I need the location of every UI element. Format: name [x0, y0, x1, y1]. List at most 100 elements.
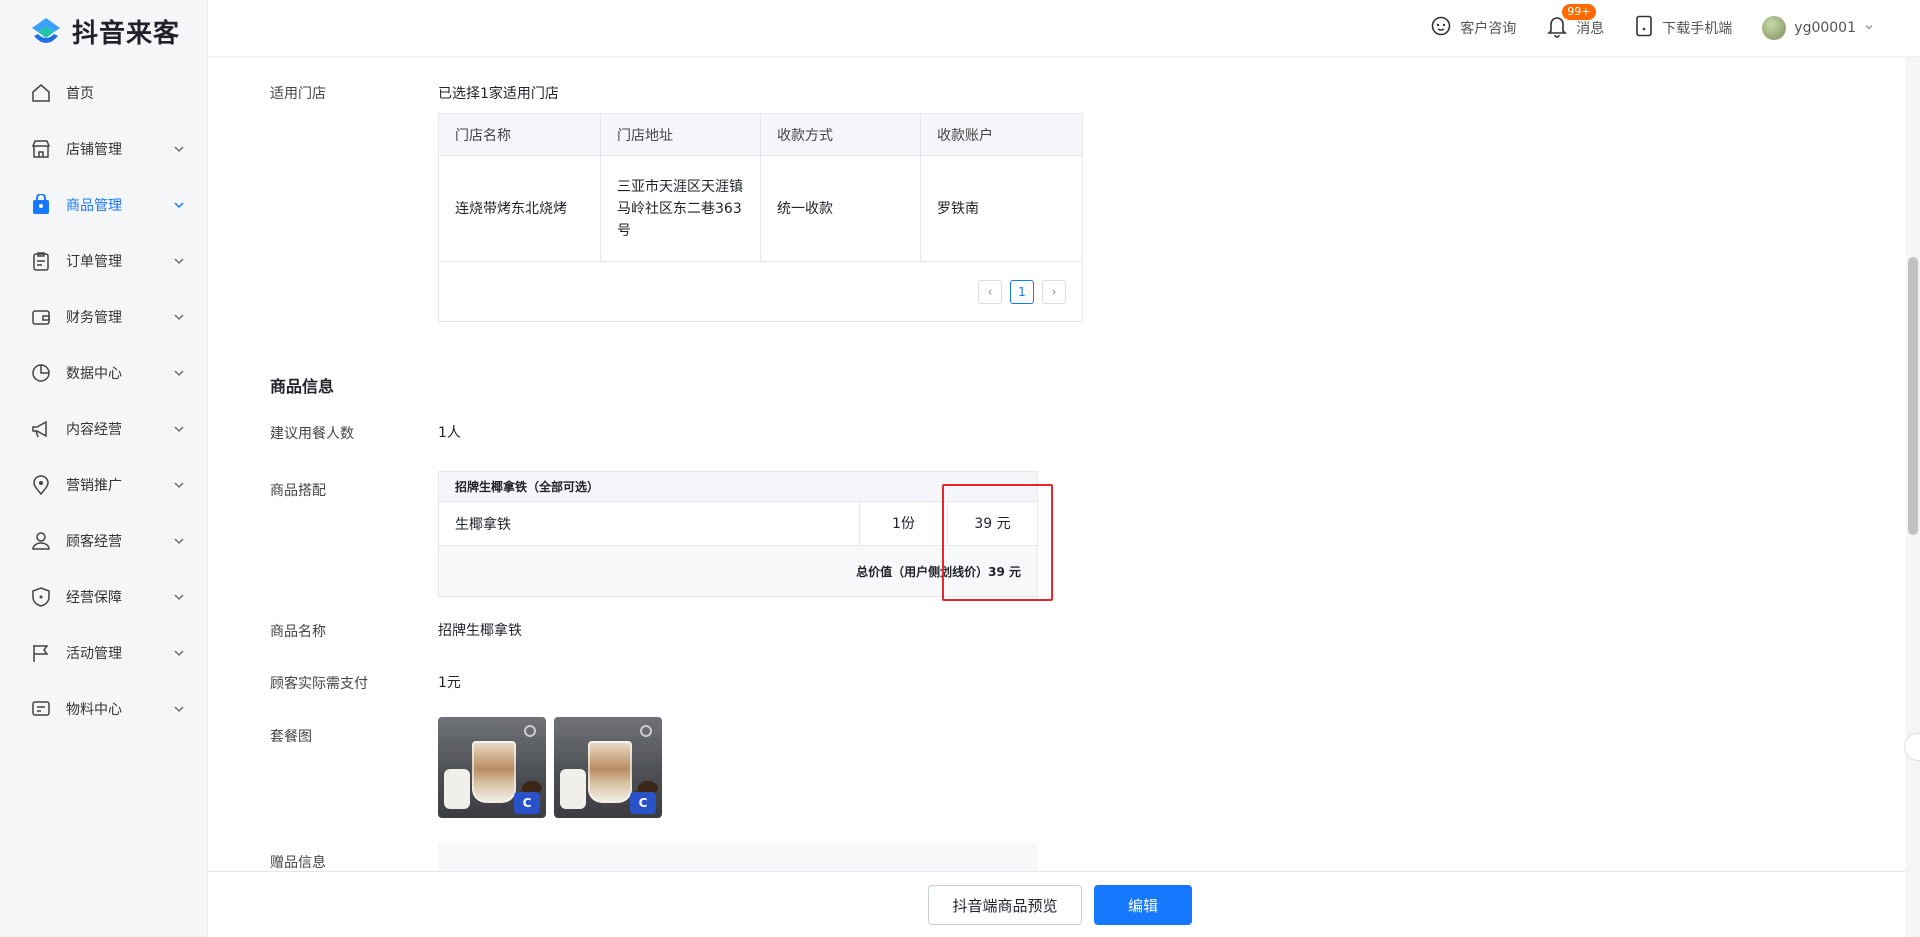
sidebar-item-9[interactable]: 经营保障 [0, 569, 208, 625]
product-name-label: 商品名称 [270, 624, 326, 640]
user-menu[interactable]: yg00001 [1762, 16, 1874, 40]
prev-page-button[interactable]: ‹ [978, 279, 1002, 304]
mobile-phone-icon [1634, 15, 1654, 41]
sidebar-item-6[interactable]: 内容经营 [0, 401, 208, 457]
sidebar-item-8[interactable]: 顾客经营 [0, 513, 208, 569]
messages-button[interactable]: 99+ 消息 [1546, 4, 1605, 42]
sidebar-item-label: 顾客经营 [66, 534, 122, 550]
flag-icon [30, 642, 52, 664]
scrollbar-track[interactable] [1906, 57, 1920, 937]
combo-item-qty: 1份 [859, 501, 947, 546]
payment-account-cell: 罗铁南 [920, 155, 1083, 262]
diners-label: 建议用餐人数 [270, 426, 354, 442]
download-mobile-button[interactable]: 下载手机端 [1634, 15, 1732, 41]
sidebar-item-label: 数据中心 [66, 366, 122, 382]
sidebar-item-label: 经营保障 [66, 590, 122, 606]
home-icon [30, 82, 52, 104]
store-address-cell: 三亚市天涯区天涯镇马岭社区东二巷363号 [600, 155, 761, 262]
chevron-down-icon [172, 534, 186, 548]
images-label: 套餐图 [270, 729, 312, 745]
sidebar-item-0[interactable]: 首页 [0, 65, 208, 121]
avatar [1762, 16, 1787, 40]
edit-button[interactable]: 编辑 [1094, 885, 1192, 925]
combo-item-name: 生椰拿铁 [455, 516, 511, 533]
column-header: 门店地址 [600, 113, 761, 156]
sidebar-item-label: 订单管理 [66, 254, 122, 270]
sidebar-item-label: 活动管理 [66, 646, 122, 662]
combo-images: C C [438, 717, 662, 818]
clipboard-icon [30, 250, 52, 272]
sidebar-item-label: 营销推广 [66, 478, 122, 494]
chevron-down-icon [172, 590, 186, 604]
sidebar-item-7[interactable]: 营销推广 [0, 457, 208, 513]
chevron-down-icon [172, 198, 186, 212]
sidebar-item-3[interactable]: 订单管理 [0, 233, 208, 289]
seal-icon [524, 725, 536, 737]
shield-icon [30, 586, 52, 608]
username: yg00001 [1794, 20, 1856, 36]
chevron-down-icon [172, 254, 186, 268]
stores-label: 适用门店 [270, 86, 326, 102]
combo-image[interactable]: C [438, 717, 546, 818]
brand-tag: C [630, 792, 656, 814]
logo-mark-icon [28, 14, 64, 48]
diners-value: 1人 [438, 425, 461, 441]
sidebar-item-10[interactable]: 活动管理 [0, 625, 208, 681]
sidebar-item-label: 店铺管理 [66, 142, 122, 158]
store-name-cell: 连烧带烤东北烧烤 [438, 155, 601, 262]
chevron-down-icon [172, 646, 186, 660]
next-page-button[interactable]: › [1042, 279, 1066, 304]
gift-info-box [438, 843, 1038, 871]
pagination-row: ‹ 1 › [438, 261, 1083, 322]
messages-label: 消息 [1576, 21, 1605, 37]
stores-table-header: 门店名称 门店地址 收款方式 收款账户 [438, 113, 1083, 156]
app-logo[interactable]: 抖音来客 [28, 14, 181, 49]
sidebar-item-label: 内容经营 [66, 422, 122, 438]
stores-summary: 已选择1家适用门店 [438, 86, 559, 102]
megaphone-icon [30, 418, 52, 440]
customer-consult-button[interactable]: 客户咨询 [1430, 15, 1516, 41]
chevron-down-icon [172, 142, 186, 156]
brand-tag: C [514, 792, 540, 814]
chat-bubble-icon [1430, 15, 1452, 41]
product-name-value: 招牌生椰拿铁 [438, 623, 522, 639]
table-row: 连烧带烤东北烧烤 三亚市天涯区天涯镇马岭社区东二巷363号 统一收款 罗铁南 [438, 155, 1083, 262]
top-actions: 客户咨询 99+ 消息 下载手机端 yg00001 [1430, 4, 1874, 42]
sidebar-item-label: 物料中心 [66, 702, 122, 718]
location-pin-icon [30, 474, 52, 496]
sidebar-item-label: 首页 [66, 86, 94, 102]
combo-label: 商品搭配 [270, 483, 326, 499]
product-detail-content: 适用门店 已选择1家适用门店 门店名称 门店地址 收款方式 收款账户 连烧带烤东… [208, 57, 1900, 871]
bottle-shape [560, 769, 586, 809]
stores-table: 门店名称 门店地址 收款方式 收款账户 连烧带烤东北烧烤 三亚市天涯区天涯镇马岭… [438, 113, 1083, 322]
combo-image[interactable]: C [554, 717, 662, 818]
download-mobile-label: 下载手机端 [1662, 21, 1733, 37]
latte-cup-shape [472, 741, 516, 803]
latte-cup-shape [588, 741, 632, 803]
top-bar: 客户咨询 99+ 消息 下载手机端 yg00001 [208, 0, 1920, 57]
goods-bag-icon [30, 194, 52, 216]
gift-label: 赠品信息 [270, 855, 326, 871]
column-header: 收款方式 [760, 113, 921, 156]
sidebar-item-11[interactable]: 物料中心 [0, 681, 208, 737]
payment-method-cell: 统一收款 [760, 155, 921, 262]
logo-text: 抖音来客 [72, 18, 181, 49]
pie-chart-icon [30, 362, 52, 384]
sidebar-item-1[interactable]: 店铺管理 [0, 121, 208, 177]
chevron-down-icon [1864, 20, 1874, 36]
chevron-down-icon [172, 366, 186, 380]
sidebar-item-2[interactable]: 商品管理 [0, 177, 208, 233]
product-info-title: 商品信息 [270, 377, 335, 396]
chevron-down-icon [172, 478, 186, 492]
column-header: 门店名称 [438, 113, 601, 156]
douyin-preview-button[interactable]: 抖音端商品预览 [928, 885, 1082, 925]
chevron-down-icon [172, 702, 186, 716]
sidebar-item-5[interactable]: 数据中心 [0, 345, 208, 401]
page-button[interactable]: 1 [1010, 279, 1034, 304]
sidebar-item-4[interactable]: 财务管理 [0, 289, 208, 345]
scrollbar-thumb[interactable] [1908, 257, 1918, 535]
pay-label: 顾客实际需支付 [270, 676, 368, 692]
seal-icon [640, 725, 652, 737]
bottom-action-bar: 抖音端商品预览 编辑 [208, 871, 1920, 937]
pagination: ‹ 1 › [455, 279, 1066, 304]
